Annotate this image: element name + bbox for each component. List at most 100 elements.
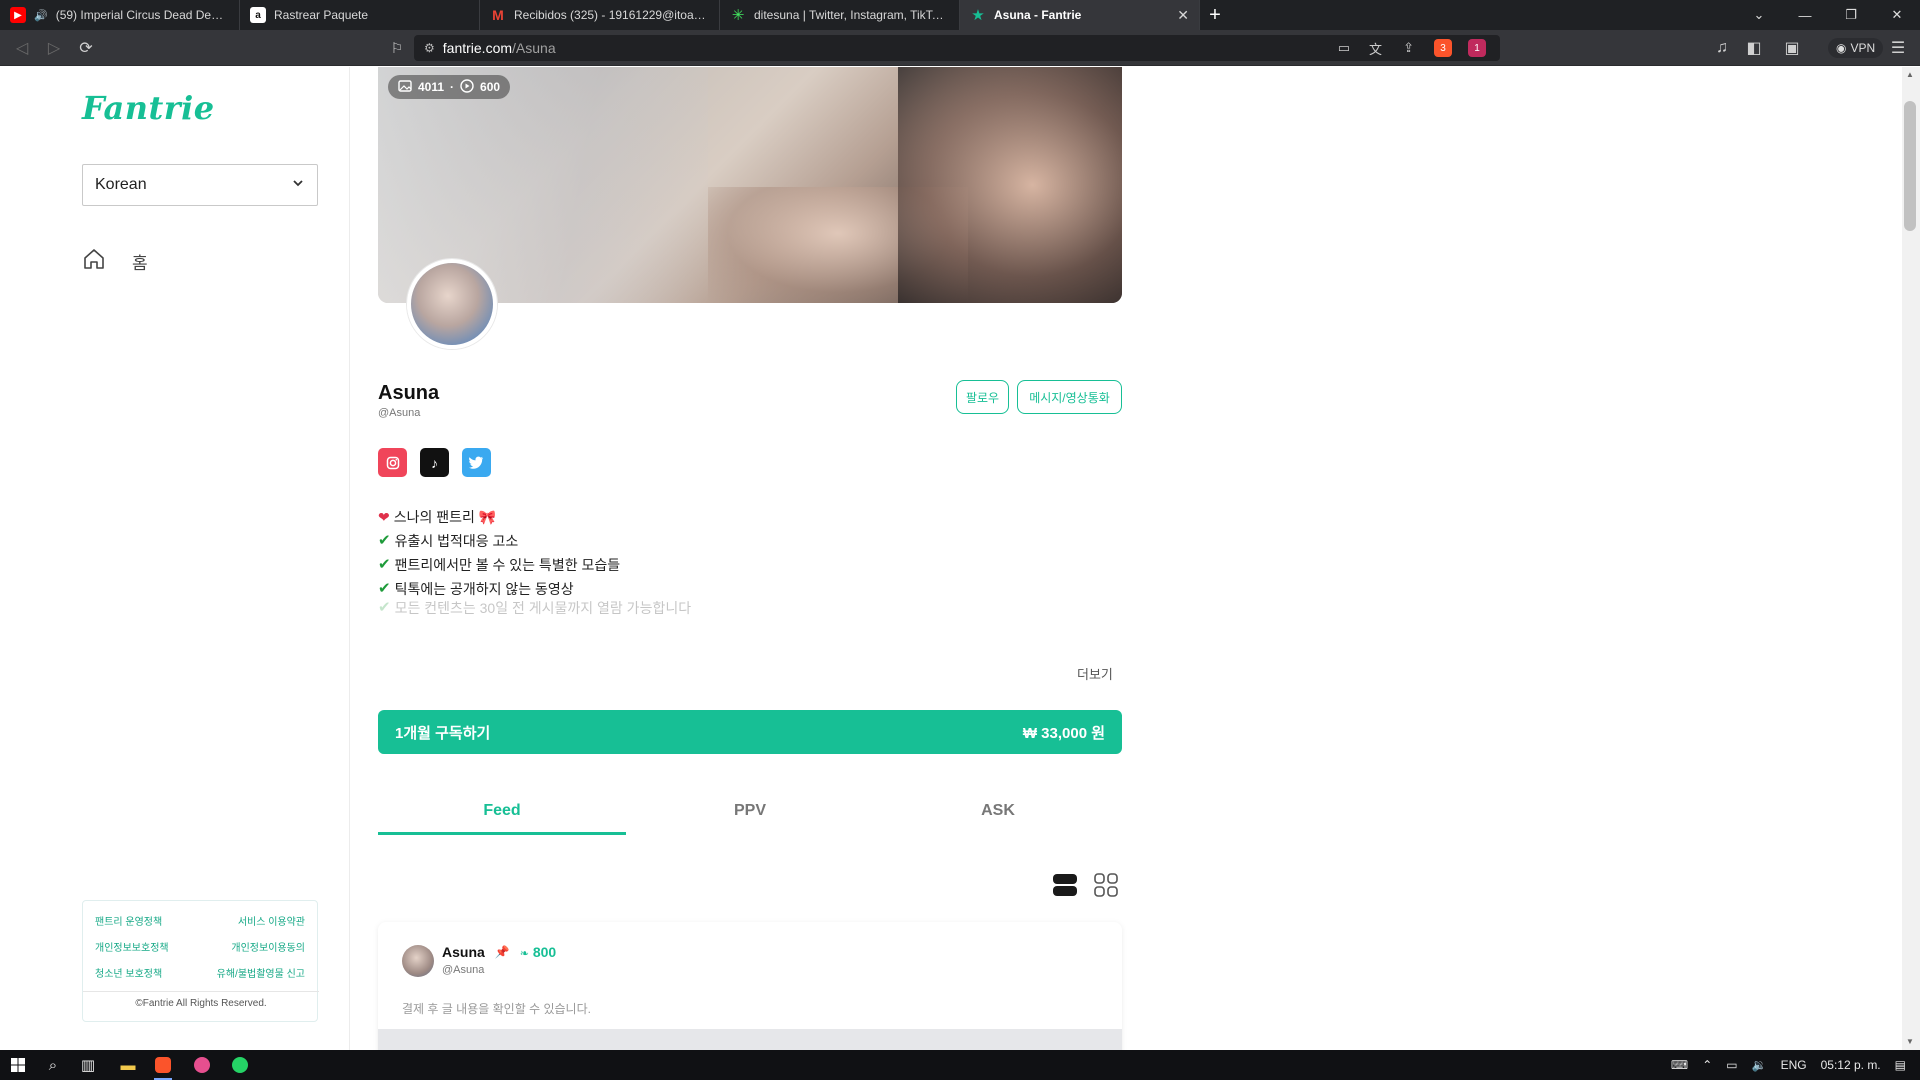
profile-avatar[interactable] xyxy=(407,259,497,349)
footer-link[interactable]: 유해/불법촬영물 신고 xyxy=(217,965,305,980)
site-info-icon[interactable]: ⚙ xyxy=(424,41,435,55)
bio-line: ✔ 틱톡에는 공개하지 않는 동영상 xyxy=(378,577,938,601)
footer-link[interactable]: 개인정보이용동의 xyxy=(231,939,305,954)
footer-link[interactable]: 개인정보보호정책 xyxy=(95,939,169,954)
url-path: /Asuna xyxy=(512,40,556,56)
browser-toolbar: ◁ ▷ ⟳ ⚐ ⚙ fantrie.com/Asuna ▭ 文 ⇪ 3 1 ♫ … xyxy=(0,30,1920,66)
grid-view-icon[interactable] xyxy=(1094,873,1118,897)
youtube-icon: ▶ xyxy=(10,7,26,23)
tab-title: Recibidos (325) - 19161229@itoaxaca xyxy=(514,8,709,22)
photo-icon xyxy=(398,79,412,95)
sidebar-toggle-icon[interactable]: ◧ xyxy=(1742,36,1766,60)
app-icon[interactable] xyxy=(187,1053,217,1077)
scroll-down-icon[interactable]: ▼ xyxy=(1906,1037,1914,1046)
language-select[interactable]: Korean xyxy=(82,164,318,206)
clock[interactable]: 05:12 p. m. xyxy=(1821,1058,1881,1072)
amazon-icon: a xyxy=(250,7,266,23)
message-button[interactable]: 메시지/영상통화 xyxy=(1017,380,1122,414)
bio-line: ✔ 팬트리에서만 볼 수 있는 특별한 모습들 xyxy=(378,553,938,577)
restore-icon[interactable]: ❐ xyxy=(1828,0,1874,30)
cast-icon[interactable]: ▭ xyxy=(1338,40,1350,56)
checkmark-icon: ✔ xyxy=(378,556,391,573)
bio-text: 팬트리에서만 볼 수 있는 특별한 모습들 xyxy=(394,557,621,573)
forward-icon[interactable]: ▷ xyxy=(42,36,66,60)
browser-tab-fantrie[interactable]: ★ Asuna - Fantrie ✕ xyxy=(960,0,1200,30)
network-icon[interactable]: ▭ xyxy=(1726,1058,1737,1072)
wallet-icon[interactable]: ▣ xyxy=(1780,36,1804,60)
file-explorer-icon[interactable]: ▬ xyxy=(113,1053,143,1077)
post-price-value: 800 xyxy=(532,944,557,960)
sidebar-item-home[interactable]: 홈 xyxy=(82,247,148,276)
volume-icon[interactable]: 🔉 xyxy=(1752,1058,1767,1072)
close-icon[interactable]: ✕ xyxy=(1177,7,1189,24)
window-close-icon[interactable]: ✕ xyxy=(1874,0,1920,30)
linktree-icon: ✳ xyxy=(731,7,745,24)
search-icon[interactable]: ⌕ xyxy=(38,1053,68,1077)
media-stats-badge: 4011 · 600 xyxy=(388,75,511,99)
brave-shields-icon[interactable]: 3 xyxy=(1434,39,1452,57)
more-button[interactable]: 더보기 xyxy=(1077,664,1113,683)
footer-link[interactable]: 청소년 보호정책 xyxy=(95,965,162,980)
feed-post[interactable]: Asuna 📌 ❧ 800 @Asuna 결제 후 글 내용을 확인할 수 있습… xyxy=(378,922,1122,1050)
footer-link[interactable]: 팬트리 운영정책 xyxy=(95,913,162,928)
heart-icon: ❤ xyxy=(378,509,390,525)
browser-tab-linktree[interactable]: ✳ ditesuna | Twitter, Instagram, TikTok … xyxy=(720,0,960,30)
checkmark-icon: ✔ xyxy=(378,532,391,549)
back-icon[interactable]: ◁ xyxy=(10,36,34,60)
vpn-button[interactable]: ◉ VPN xyxy=(1828,38,1884,58)
fantrie-logo[interactable]: Fantrie xyxy=(82,89,215,127)
show-hidden-icons-icon[interactable]: ⌃ xyxy=(1702,1058,1712,1072)
tab-search-icon[interactable]: ⌄ xyxy=(1736,0,1782,30)
scroll-up-icon[interactable]: ▲ xyxy=(1906,70,1914,79)
brave-browser-icon[interactable] xyxy=(148,1053,178,1080)
whatsapp-icon[interactable] xyxy=(225,1053,255,1077)
keyboard-icon[interactable]: ⌨ xyxy=(1671,1058,1688,1072)
post-media-placeholder[interactable] xyxy=(378,1029,1122,1050)
input-language[interactable]: ENG xyxy=(1781,1058,1807,1072)
tab-feed[interactable]: Feed xyxy=(378,802,626,820)
browser-tab-amazon[interactable]: a Rastrear Paquete xyxy=(240,0,480,30)
browser-tab-gmail[interactable]: M Recibidos (325) - 19161229@itoaxaca xyxy=(480,0,720,30)
system-tray: ⌨ ⌃ ▭ 🔉 ENG 05:12 p. m. ▤ xyxy=(1671,1050,1920,1080)
reload-icon[interactable]: ⟳ xyxy=(74,36,98,60)
music-icon[interactable]: ♫ xyxy=(1710,36,1734,60)
share-icon[interactable]: ⇪ xyxy=(1403,40,1414,56)
profile-bio: ❤ 스나의 팬트리 🎀 ✔ 유출시 법적대응 고소 ✔ 팬트리에서만 볼 수 있… xyxy=(378,505,938,615)
url-host: fantrie.com xyxy=(442,40,513,56)
address-bar[interactable]: ⚙ fantrie.com/Asuna ▭ 文 ⇪ 3 1 xyxy=(414,35,1500,61)
page-content: Fantrie Korean 홈 팬트리 운영정책 서비스 이용약관 개인정보보… xyxy=(0,67,1920,1050)
minimize-icon[interactable]: — xyxy=(1782,0,1828,30)
follow-button[interactable]: 팔로우 xyxy=(956,380,1009,414)
tiktok-icon[interactable]: ♪ xyxy=(420,448,449,477)
translate-icon[interactable]: 文 xyxy=(1369,39,1382,58)
fantrie-icon: ★ xyxy=(971,7,985,24)
bookmark-icon[interactable]: ⚐ xyxy=(385,36,409,60)
speaker-icon[interactable]: 🔊 xyxy=(34,9,48,22)
notifications-icon[interactable]: ▤ xyxy=(1895,1058,1906,1072)
twitter-icon[interactable] xyxy=(462,448,491,477)
cover-shade xyxy=(898,67,1122,303)
menu-icon[interactable]: ☰ xyxy=(1886,36,1910,60)
footer-link[interactable]: 서비스 이용약관 xyxy=(238,913,305,928)
list-view-icon[interactable] xyxy=(1053,873,1077,897)
brave-badge: 3 xyxy=(1440,42,1446,54)
tab-title: Rastrear Paquete xyxy=(274,8,369,22)
leaf-icon: ❧ xyxy=(519,948,529,960)
browser-tab-youtube[interactable]: ▶ 🔊 (59) Imperial Circus Dead Decaden xyxy=(0,0,240,30)
tab-ask[interactable]: ASK xyxy=(874,802,1122,820)
tab-title: Asuna - Fantrie xyxy=(994,8,1082,22)
profile-name: Asuna xyxy=(378,382,440,404)
post-avatar[interactable] xyxy=(402,945,434,977)
vpn-label: VPN xyxy=(1850,41,1876,55)
subscribe-button[interactable]: 1개월 구독하기 ₩ 33,000 원 xyxy=(378,710,1122,754)
tab-title: ditesuna | Twitter, Instagram, TikTok | … xyxy=(754,8,949,22)
tab-ppv[interactable]: PPV xyxy=(626,802,874,820)
windows-start-icon[interactable] xyxy=(3,1053,33,1077)
scrollbar-thumb[interactable] xyxy=(1904,101,1916,231)
post-author-name[interactable]: Asuna xyxy=(442,944,485,960)
subscribe-price: ₩ 33,000 원 xyxy=(1022,724,1105,742)
instagram-icon[interactable] xyxy=(378,448,407,477)
task-view-icon[interactable]: ▥ xyxy=(73,1053,103,1077)
new-tab-button[interactable]: + xyxy=(1200,0,1230,30)
brave-rewards-icon[interactable]: 1 xyxy=(1468,39,1486,57)
